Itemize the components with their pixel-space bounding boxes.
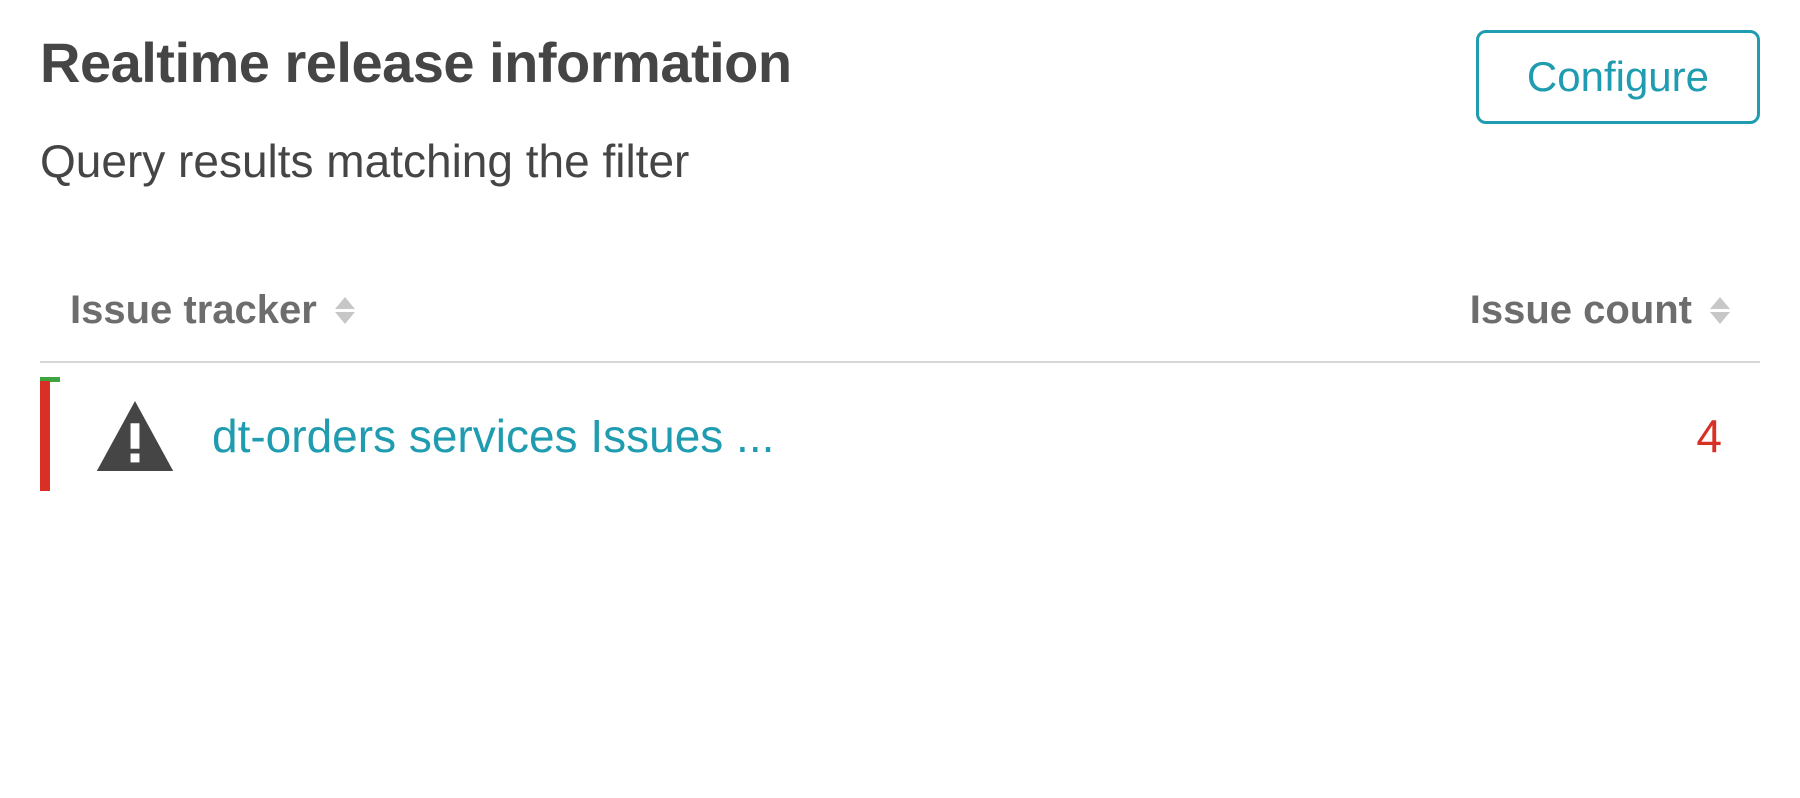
status-indicator-bar [40,381,50,491]
column-header-issue-tracker[interactable]: Issue tracker [70,288,355,333]
panel-title: Realtime release information [40,30,792,95]
column-label: Issue count [1470,288,1692,333]
configure-button[interactable]: Configure [1476,30,1760,124]
panel-subtitle: Query results matching the filter [40,134,1760,188]
column-header-issue-count[interactable]: Issue count [1470,288,1730,333]
table-row[interactable]: dt-orders services Issues ... 4 [40,363,1760,509]
sort-icon [335,297,355,324]
issue-count-value: 4 [1696,409,1730,463]
sort-icon [1710,297,1730,324]
column-label: Issue tracker [70,288,317,333]
table-header: Issue tracker Issue count [40,288,1760,363]
warning-icon [96,401,174,471]
issue-tracker-link[interactable]: dt-orders services Issues ... [212,409,774,463]
